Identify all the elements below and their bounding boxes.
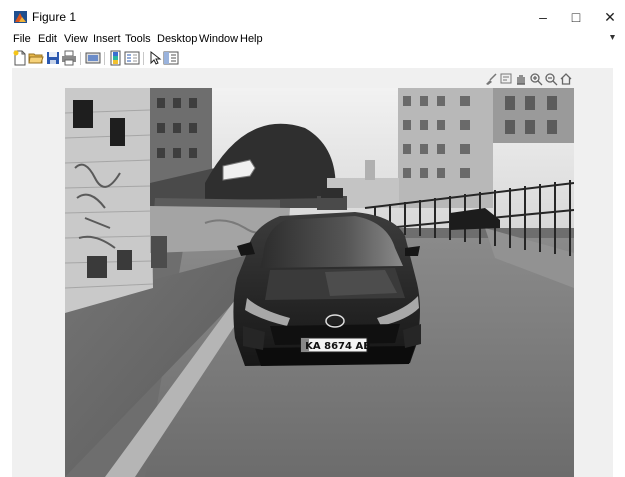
figure-canvas: KA 8674 AB: [12, 68, 613, 477]
edit-plot-icon[interactable]: [147, 50, 163, 66]
menu-file[interactable]: File: [13, 33, 31, 45]
menu-bar: File Edit View Insert Tools Desktop Wind…: [0, 32, 625, 48]
license-plate-text: KA 8674 AB: [305, 341, 371, 352]
link-plot-icon[interactable]: [85, 50, 101, 66]
pan-icon[interactable]: [514, 72, 528, 86]
brush-icon[interactable]: [484, 72, 498, 86]
maximize-button[interactable]: □: [557, 4, 595, 30]
window-title: Figure 1: [32, 10, 77, 24]
window-titlebar: Figure 1 – □ ✕: [0, 0, 625, 32]
zoom-in-icon[interactable]: [529, 72, 543, 86]
menu-help[interactable]: Help: [240, 33, 263, 45]
print-icon[interactable]: [61, 50, 77, 66]
data-tips-icon[interactable]: [499, 72, 513, 86]
toolbar-separator: [104, 52, 105, 65]
close-button[interactable]: ✕: [591, 4, 625, 30]
menu-insert[interactable]: Insert: [93, 33, 121, 45]
save-icon[interactable]: [45, 50, 61, 66]
grayscale-street-photo: KA 8674 AB: [65, 88, 574, 477]
toolbar-separator: [143, 52, 144, 65]
insert-colorbar-icon[interactable]: [108, 50, 124, 66]
property-inspector-icon[interactable]: [163, 50, 179, 66]
menu-edit[interactable]: Edit: [38, 33, 57, 45]
menu-desktop[interactable]: Desktop: [157, 33, 197, 45]
home-icon[interactable]: [559, 72, 573, 86]
menu-window[interactable]: Window: [199, 33, 238, 45]
matlab-figure-icon: [14, 11, 27, 23]
menu-tools[interactable]: Tools: [125, 33, 151, 45]
zoom-out-icon[interactable]: [544, 72, 558, 86]
figure-toolbar: [0, 49, 625, 67]
toolbar-separator: [80, 52, 81, 65]
photo-image-axes: KA 8674 AB: [65, 88, 574, 477]
open-file-icon[interactable]: [28, 50, 44, 66]
menu-view[interactable]: View: [64, 33, 88, 45]
axes-toolbar: [484, 72, 573, 88]
new-figure-icon[interactable]: [12, 50, 28, 66]
insert-legend-icon[interactable]: [124, 50, 140, 66]
menu-overflow-icon[interactable]: [610, 35, 615, 40]
